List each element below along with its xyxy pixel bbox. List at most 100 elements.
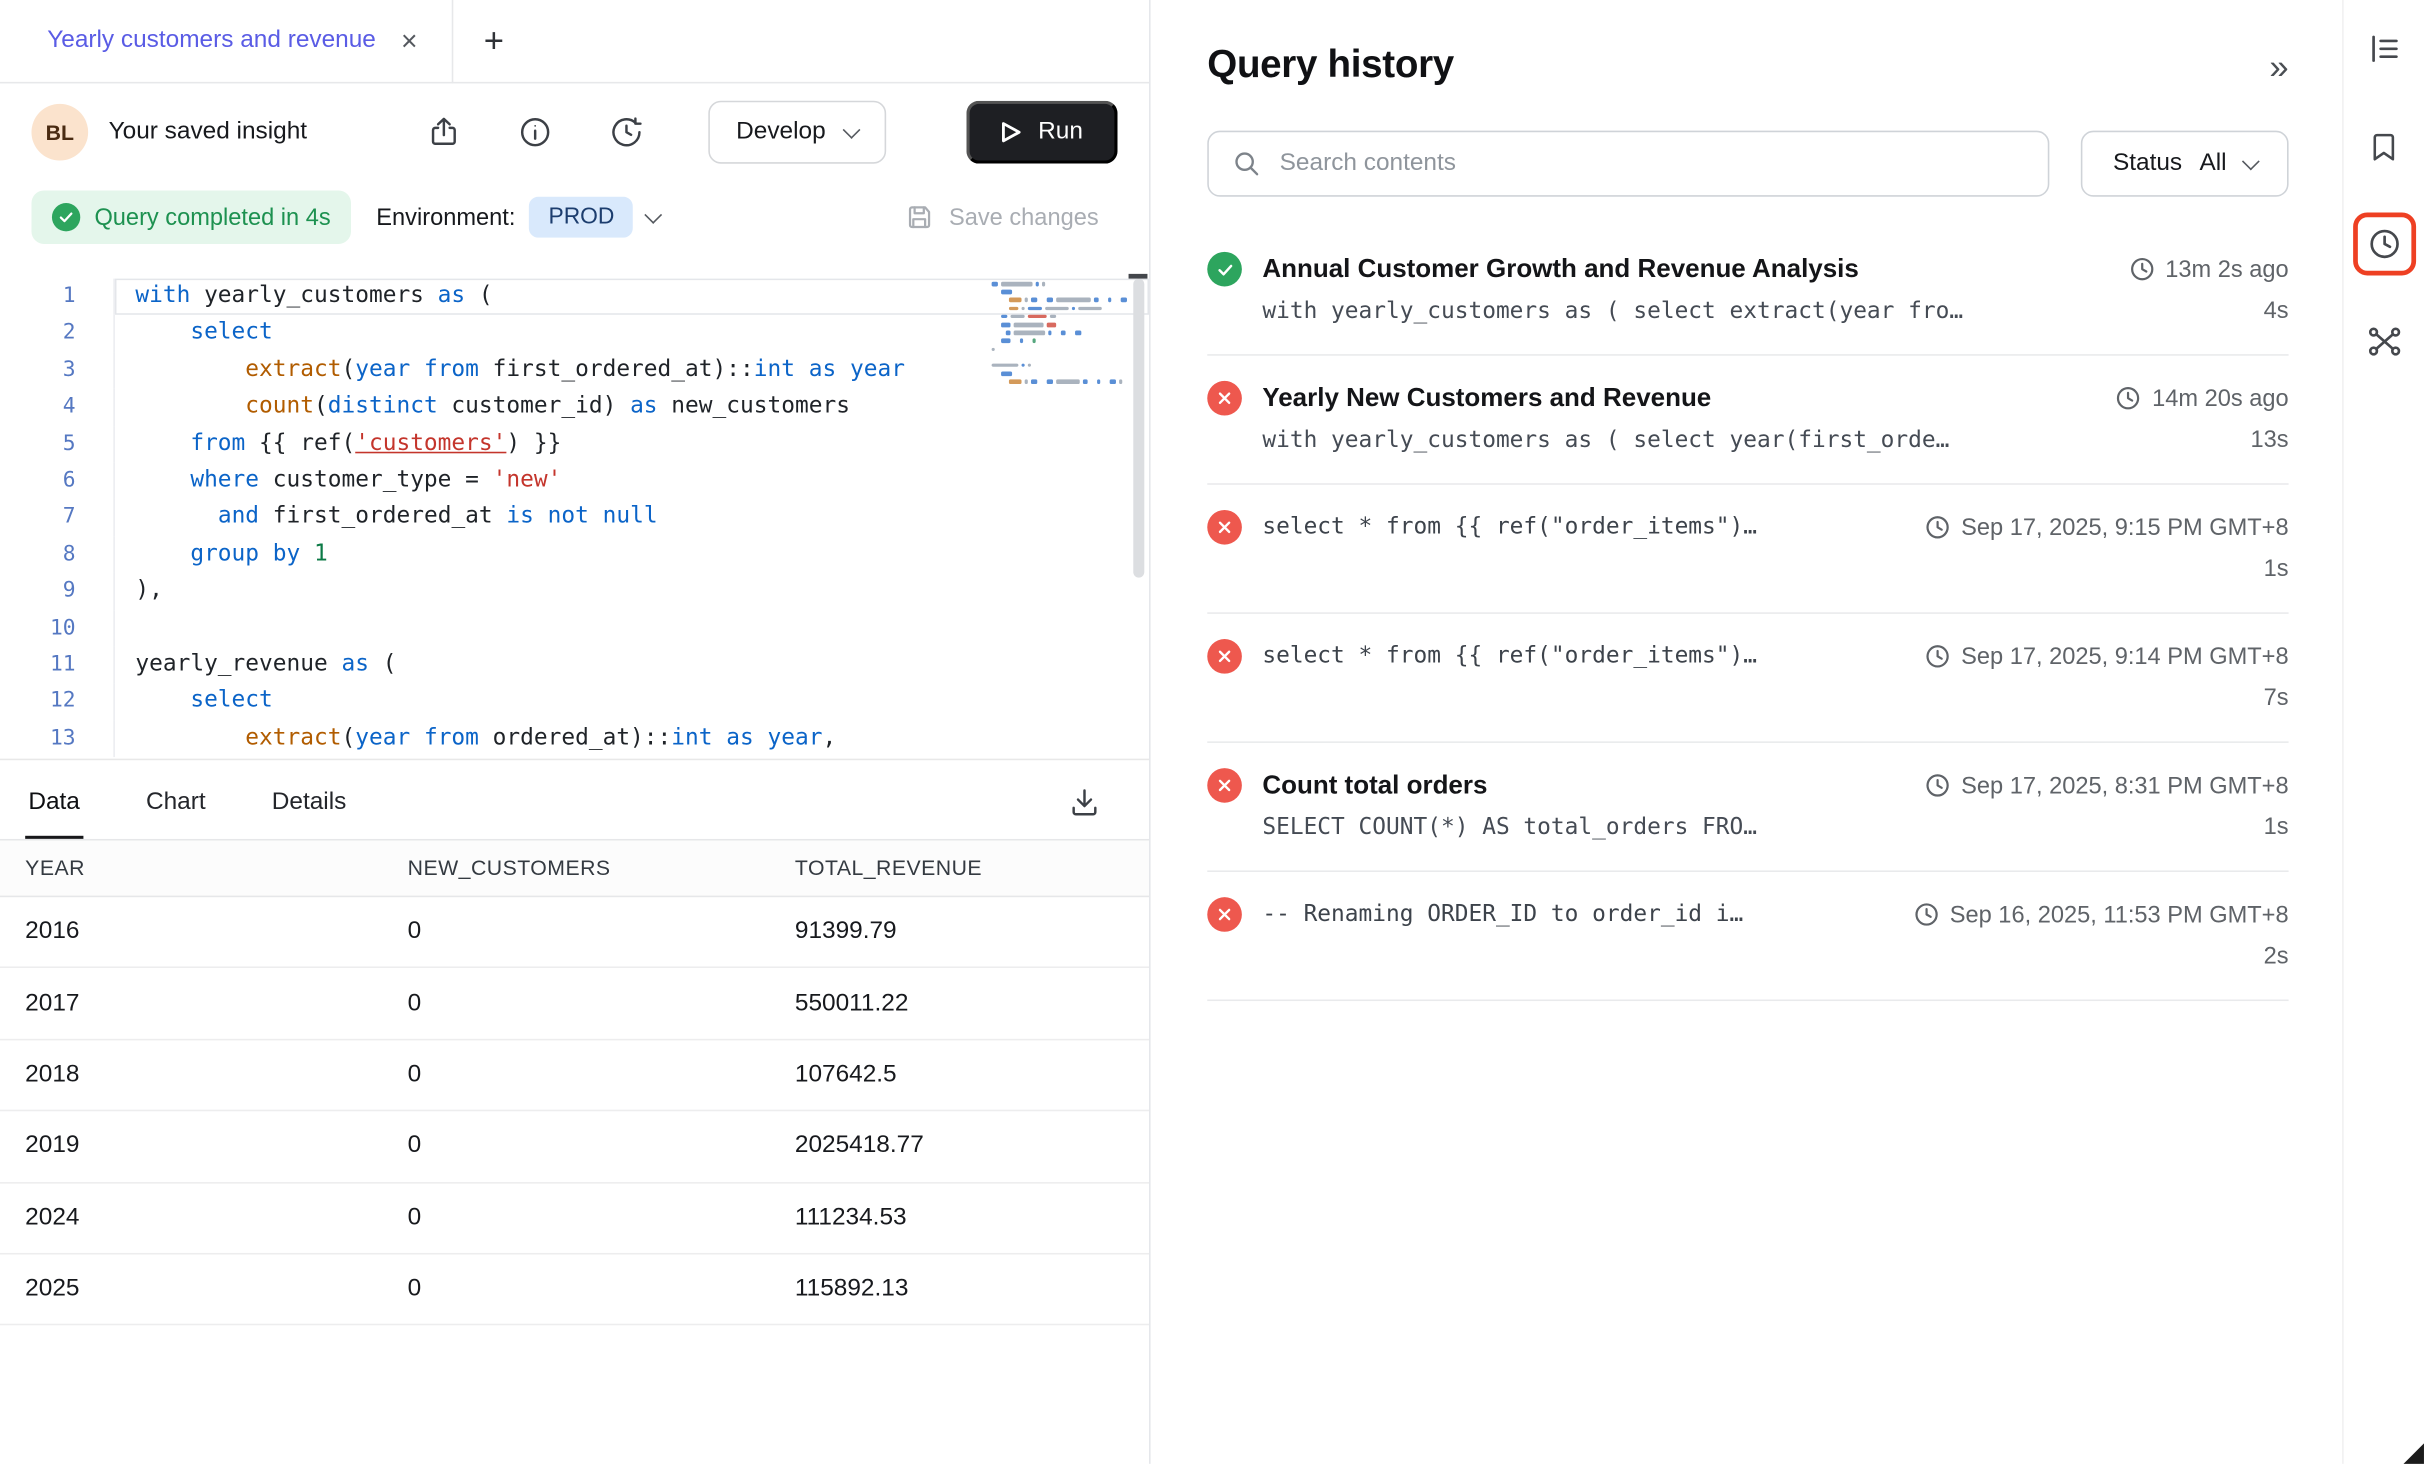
editor-minimap[interactable] xyxy=(992,282,1102,388)
line-number: 7 xyxy=(0,499,113,536)
run-button[interactable]: Run xyxy=(966,101,1118,164)
line-number: 11 xyxy=(0,647,113,684)
develop-button[interactable]: Develop xyxy=(708,101,886,164)
table-row: 20170550011.22 xyxy=(0,969,1149,1040)
query-history-item[interactable]: Annual Customer Growth and Revenue Analy… xyxy=(1207,227,2288,356)
save-changes-label: Save changes xyxy=(949,204,1099,231)
status-filter-dropdown[interactable]: Status All xyxy=(2081,131,2289,197)
app-window: Yearly customers and revenue × + BL Your… xyxy=(0,0,2424,1464)
query-history-item[interactable]: -- Renaming ORDER_ID to order_id i…Sep 1… xyxy=(1207,872,2288,1001)
lineage-icon[interactable] xyxy=(2352,310,2415,373)
results-tab-bar: Data Chart Details xyxy=(0,760,1149,839)
search-box[interactable] xyxy=(1207,131,2049,197)
collapse-panel-icon[interactable]: » xyxy=(2269,50,2288,85)
code-line: 10 xyxy=(0,610,1149,647)
line-number: 12 xyxy=(0,684,113,721)
tab-title: Yearly customers and revenue xyxy=(47,27,376,55)
save-changes-button[interactable]: Save changes xyxy=(903,201,1117,232)
avatar: BL xyxy=(31,104,88,161)
line-number: 10 xyxy=(0,610,113,647)
query-history-list: Annual Customer Growth and Revenue Analy… xyxy=(1207,227,2288,1001)
line-number: 13 xyxy=(0,720,113,757)
history-icon[interactable] xyxy=(2352,212,2415,275)
play-icon xyxy=(1000,121,1020,143)
tab-close-icon[interactable]: × xyxy=(401,27,418,55)
code-lines: 1with yearly_customers as (2 select3 ext… xyxy=(0,279,1149,758)
query-history-header: Query history » xyxy=(1207,44,2288,88)
bookmark-icon[interactable] xyxy=(2352,115,2415,178)
environment-selector[interactable]: Environment: PROD xyxy=(376,197,660,238)
table-cell: 107642.5 xyxy=(770,1061,1149,1089)
line-number: 8 xyxy=(0,536,113,573)
status-filter-label: Status xyxy=(2113,150,2182,178)
error-status-icon xyxy=(1207,768,1242,803)
query-timestamp: 13m 2s ago xyxy=(2129,256,2289,283)
outline-list-icon[interactable] xyxy=(2352,17,2415,80)
table-cell: 2025418.77 xyxy=(770,1132,1149,1160)
query-duration: 1s xyxy=(2232,556,2288,583)
code-line: 7 and first_ordered_at is not null xyxy=(0,499,1149,536)
query-preview: with yearly_customers as ( select extrac… xyxy=(1262,299,1963,324)
line-number: 3 xyxy=(0,352,113,389)
download-icon[interactable] xyxy=(1067,779,1124,820)
scrollbar-thumb[interactable] xyxy=(1133,279,1144,578)
info-icon[interactable] xyxy=(516,113,554,151)
tab-details[interactable]: Details xyxy=(269,770,350,839)
editor-scrollbar[interactable] xyxy=(1127,253,1149,758)
table-cell: 111234.53 xyxy=(770,1204,1149,1232)
search-input[interactable] xyxy=(1280,150,2026,178)
tab-chart[interactable]: Chart xyxy=(143,770,209,839)
code-line: 12 select xyxy=(0,684,1149,721)
results-table-header: YEAR NEW_CUSTOMERS TOTAL_REVENUE xyxy=(0,839,1149,897)
table-cell: 2016 xyxy=(0,918,382,946)
code-line: 9), xyxy=(0,573,1149,610)
results-panel: Data Chart Details YEAR NEW_CUSTOMERS TO… xyxy=(0,759,1149,1464)
success-status-icon xyxy=(1207,252,1242,287)
editor-panel: Yearly customers and revenue × + BL Your… xyxy=(0,0,1151,1464)
line-number: 5 xyxy=(0,426,113,463)
error-status-icon xyxy=(1207,639,1242,674)
line-number: 2 xyxy=(0,315,113,352)
save-icon xyxy=(903,201,934,232)
sql-code-editor[interactable]: 1with yearly_customers as (2 select3 ext… xyxy=(0,253,1149,758)
query-history-item[interactable]: select * from {{ ref("order_items")…Sep … xyxy=(1207,614,2288,743)
overview-cursor-marker xyxy=(1129,274,1148,279)
line-number: 9 xyxy=(0,573,113,610)
table-cell: 2018 xyxy=(0,1061,382,1089)
table-cell: 2017 xyxy=(0,989,382,1017)
version-history-icon[interactable] xyxy=(607,113,645,151)
document-subtitle: Your saved insight xyxy=(109,118,307,146)
query-history-item[interactable]: select * from {{ ref("order_items")…Sep … xyxy=(1207,485,2288,614)
query-duration: 7s xyxy=(2232,685,2288,712)
table-row: 20240111234.53 xyxy=(0,1183,1149,1254)
query-duration: 13s xyxy=(2219,427,2289,454)
table-cell: 2025 xyxy=(0,1275,382,1303)
query-timestamp: Sep 16, 2025, 11:53 PM GMT+8 xyxy=(1914,901,2289,928)
status-filter-value: All xyxy=(2199,150,2226,178)
table-cell: 0 xyxy=(382,1204,769,1232)
query-history-item[interactable]: Count total ordersSep 17, 2025, 8:31 PM … xyxy=(1207,743,2288,872)
table-row: 20180107642.5 xyxy=(0,1040,1149,1111)
document-header: BL Your saved insight Develop R xyxy=(0,83,1149,181)
table-cell: 550011.22 xyxy=(770,989,1149,1017)
run-button-label: Run xyxy=(1038,118,1083,146)
environment-label: Environment: xyxy=(376,204,515,231)
table-cell: 0 xyxy=(382,918,769,946)
search-icon xyxy=(1231,148,1262,179)
query-history-item[interactable]: Yearly New Customers and Revenue14m 20s … xyxy=(1207,356,2288,485)
table-row: 201902025418.77 xyxy=(0,1112,1149,1183)
query-history-item-title: Yearly New Customers and Revenue xyxy=(1262,383,1711,413)
query-duration: 1s xyxy=(2232,814,2288,841)
code-line: 11yearly_revenue as ( xyxy=(0,647,1149,684)
code-line: 1with yearly_customers as ( xyxy=(0,279,1149,316)
new-tab-button[interactable]: + xyxy=(474,20,513,61)
environment-value-badge: PROD xyxy=(530,197,634,238)
screenshot-root: Yearly customers and revenue × + BL Your… xyxy=(0,0,2424,1464)
error-status-icon xyxy=(1207,897,1242,932)
tab-yearly-customers-and-revenue[interactable]: Yearly customers and revenue × xyxy=(0,0,452,82)
share-icon[interactable] xyxy=(424,113,462,151)
tab-data[interactable]: Data xyxy=(25,770,83,839)
column-header-year: YEAR xyxy=(0,856,382,880)
code-line: 4 count(distinct customer_id) as new_cus… xyxy=(0,389,1149,426)
tab-separator xyxy=(452,0,454,83)
